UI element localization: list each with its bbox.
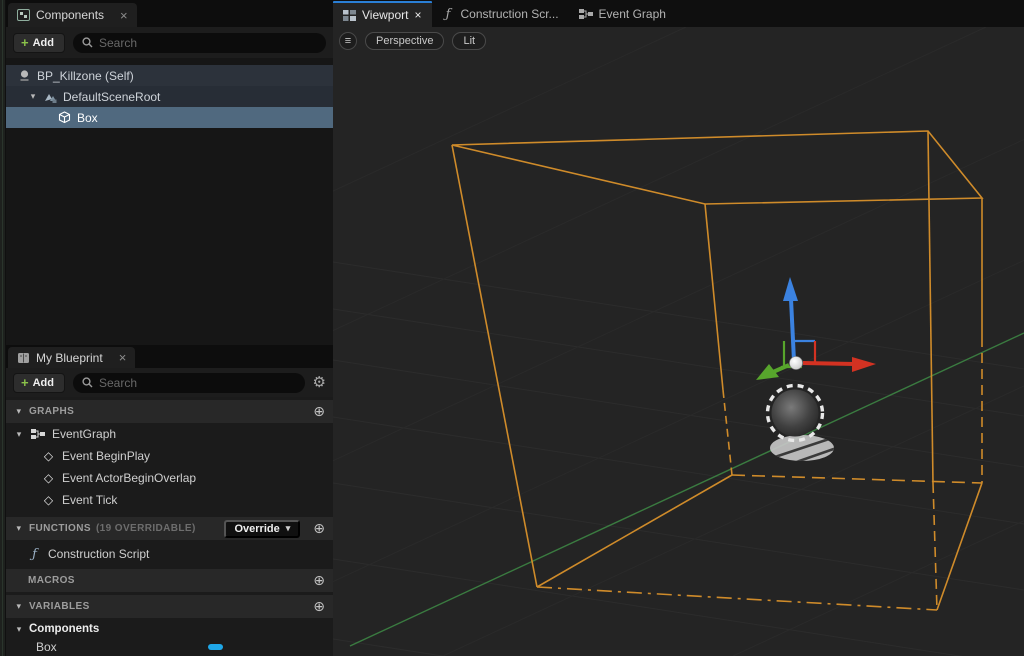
viewport-panel: Viewport × ƒ Construction Scr... Event G… (333, 0, 1024, 656)
search-icon (82, 37, 93, 48)
billboard-sprite-icon[interactable] (768, 386, 846, 467)
components-tree: BP_Killzone (Self) ▾ DefaultSceneRoot (6, 58, 333, 128)
components-toolbar: + Add (6, 27, 333, 58)
actor-icon (18, 69, 31, 82)
eventgraph-row[interactable]: ▾ EventGraph (6, 423, 333, 445)
viewport-3d-canvas[interactable]: ≡ Perspective Lit (333, 27, 1024, 656)
gizmo-z-axis[interactable] (783, 277, 798, 361)
expander-icon: ▾ (14, 601, 24, 612)
plus-icon: + (21, 376, 29, 389)
event-tick-row[interactable]: ◇ Event Tick (6, 489, 333, 511)
event-graph-icon (31, 428, 45, 440)
variables-section-header[interactable]: ▾ VARIABLES ⊕ (6, 595, 333, 618)
lit-button[interactable]: Lit (452, 32, 486, 50)
hamburger-icon: ≡ (345, 35, 351, 47)
add-blueprint-item-button[interactable]: + Add (13, 373, 65, 393)
function-icon: ƒ (442, 7, 455, 22)
floor-grid (333, 27, 1024, 656)
left-column: Components × + Add (0, 0, 333, 656)
tab-label: My Blueprint (36, 351, 103, 365)
override-dropdown-button[interactable]: Override ▾ (224, 520, 300, 538)
construction-script-row[interactable]: ƒ Construction Script (6, 543, 333, 565)
expander-icon: ▾ (14, 624, 24, 635)
sphere-body (772, 390, 819, 437)
functions-section-header[interactable]: ▾ FUNCTIONS (19 OVERRIDABLE) Override ▾ … (6, 517, 333, 540)
blueprint-search-input[interactable] (99, 376, 296, 390)
expander-icon[interactable]: ▾ (28, 91, 38, 102)
chevron-down-icon: ▾ (286, 523, 291, 534)
my-blueprint-body: ▾ GRAPHS ⊕ ▾ EventGraph ◇ Even (6, 400, 333, 656)
gear-icon[interactable]: ⚙ (313, 375, 326, 390)
variables-category-components[interactable]: ▾ Components (6, 620, 333, 638)
expander-icon[interactable]: ▾ (14, 429, 24, 440)
expander-icon: ▾ (14, 523, 24, 534)
function-icon: ƒ (28, 547, 41, 562)
components-panel: Components × + Add (6, 0, 333, 345)
perspective-button[interactable]: Perspective (365, 32, 444, 50)
gizmo-center-knob[interactable] (790, 357, 803, 370)
tab-my-blueprint[interactable]: My Blueprint × (8, 347, 135, 368)
event-icon: ◇ (42, 493, 55, 507)
close-icon[interactable]: × (119, 351, 127, 364)
viewport-options-button[interactable]: ≡ (339, 32, 357, 50)
tab-viewport[interactable]: Viewport × (333, 1, 432, 27)
grid-axis-green-line (350, 333, 1024, 646)
wireframe-box[interactable] (452, 131, 982, 610)
add-graph-icon[interactable]: ⊕ (313, 403, 325, 420)
viewport-icon (343, 10, 356, 21)
viewport-scene (333, 27, 1024, 656)
viewport-toolbar: ≡ Perspective Lit (339, 32, 486, 50)
component-search-box[interactable] (73, 33, 326, 53)
graphs-section-header[interactable]: ▾ GRAPHS ⊕ (6, 400, 333, 423)
tree-item-defaultsceneroot[interactable]: ▾ DefaultSceneRoot (6, 86, 333, 107)
tree-item-bp-killzone[interactable]: BP_Killzone (Self) (6, 65, 333, 86)
box-collision-icon (58, 111, 71, 124)
expander-icon: ▾ (14, 406, 24, 417)
tab-event-graph[interactable]: Event Graph (569, 1, 676, 27)
event-icon: ◇ (42, 471, 55, 485)
event-icon: ◇ (42, 449, 55, 463)
tab-construction-script[interactable]: ƒ Construction Scr... (432, 1, 569, 27)
blueprint-editor-window: Components × + Add (0, 0, 1024, 656)
my-blueprint-toolbar: + Add ⚙ (6, 368, 333, 397)
add-function-icon[interactable]: ⊕ (313, 520, 325, 537)
add-macro-icon[interactable]: ⊕ (313, 572, 325, 589)
blueprint-search-box[interactable] (73, 373, 305, 393)
close-icon[interactable]: × (414, 8, 421, 22)
event-beginplay-row[interactable]: ◇ Event BeginPlay (6, 445, 333, 467)
my-blueprint-panel: My Blueprint × + Add ⚙ (6, 345, 333, 656)
add-component-button[interactable]: + Add (13, 33, 65, 53)
viewport-tabbar: Viewport × ƒ Construction Scr... Event G… (333, 0, 1024, 27)
event-graph-icon (579, 8, 593, 20)
my-blueprint-tabbar: My Blueprint × (6, 345, 333, 368)
search-icon (82, 377, 93, 388)
variable-type-pill[interactable] (208, 644, 223, 650)
event-actorbeginoverlap-row[interactable]: ◇ Event ActorBeginOverlap (6, 467, 333, 489)
translate-gizmo[interactable] (756, 277, 876, 380)
scene-component-icon (44, 91, 57, 103)
tree-item-box-selected[interactable]: Box (6, 107, 333, 128)
component-search-input[interactable] (99, 36, 317, 50)
tab-label: Components (36, 8, 104, 22)
components-tabbar: Components × (6, 0, 333, 27)
plus-icon: + (21, 36, 29, 49)
tab-components[interactable]: Components × (8, 3, 137, 27)
components-icon (17, 9, 30, 21)
macros-section-header[interactable]: MACROS ⊕ (6, 569, 333, 592)
close-icon[interactable]: × (120, 9, 128, 22)
add-variable-icon[interactable]: ⊕ (313, 598, 325, 615)
variable-box-row[interactable]: Box (6, 638, 333, 656)
overridable-count: (19 OVERRIDABLE) (96, 523, 196, 534)
my-blueprint-icon (17, 352, 30, 364)
